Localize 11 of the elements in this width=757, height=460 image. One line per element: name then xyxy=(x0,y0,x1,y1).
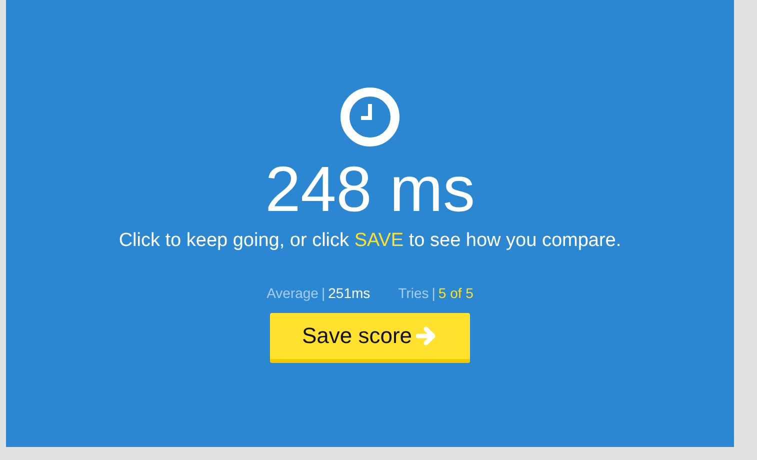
separator: | xyxy=(321,285,326,301)
result-panel[interactable]: 248 ms Click to keep going, or click SAVE to see how you compare. Average | 251ms Tries | 5 of 5 Save score xyxy=(6,0,734,447)
save-score-button[interactable]: Save score xyxy=(270,313,470,363)
stat-value: 5 of 5 xyxy=(438,285,474,301)
stat-label: Tries xyxy=(398,285,429,301)
instruction-text: Click to keep going, or click SAVE to see how you compare. xyxy=(118,229,622,253)
separator: | xyxy=(432,285,436,301)
stat-label: Average xyxy=(266,285,318,301)
reaction-time: 248 ms xyxy=(265,152,475,227)
stat-value: 251ms xyxy=(328,285,370,301)
clock-icon xyxy=(340,87,400,147)
